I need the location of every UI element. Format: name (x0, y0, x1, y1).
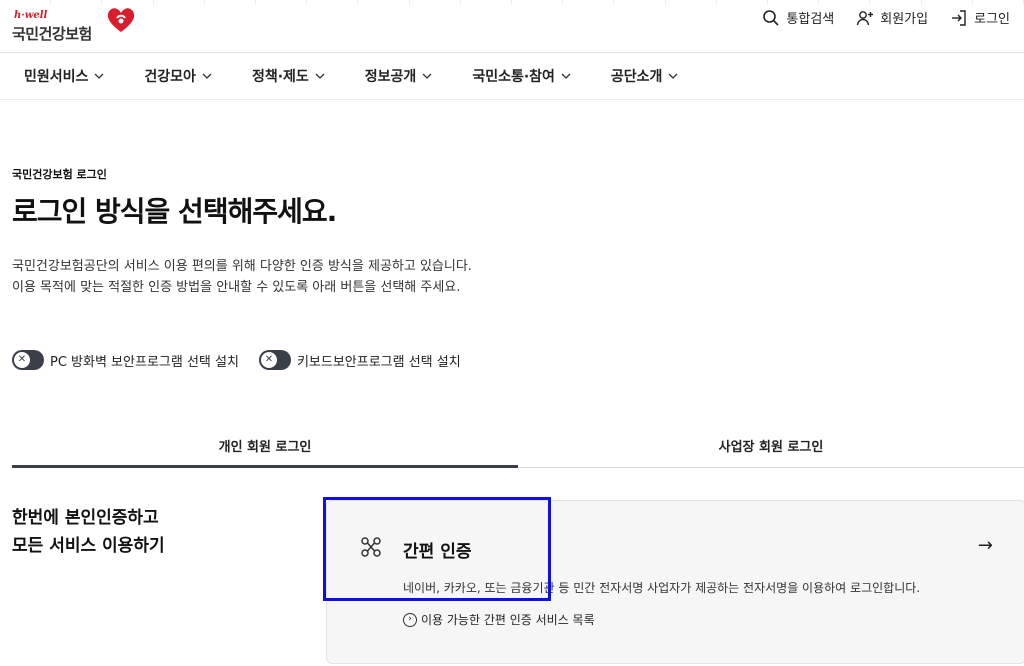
nav-item-label: 국민소통·참여 (472, 69, 555, 85)
simple-auth-icon (361, 537, 381, 557)
chevron-down-icon (561, 73, 571, 79)
logo-name: 국민건강보험 (12, 25, 92, 43)
nav-item-label: 건강모아 (144, 69, 196, 85)
chevron-down-icon (315, 73, 325, 79)
page-title: 로그인 방식을 선택해주세요. (12, 195, 337, 228)
nav-item-civil-service[interactable]: 민원서비스 (24, 66, 104, 86)
toggle-switch[interactable]: ✕ (12, 350, 44, 370)
description-line: 이용 목적에 맞는 적절한 인증 방법을 안내할 수 있도록 아래 버튼을 선택… (12, 280, 461, 295)
tab-personal-login[interactable]: 개인 회원 로그인 (12, 426, 518, 468)
nav-item-about[interactable]: 공단소개 (611, 66, 679, 86)
tagline-line: 모든 서비스 이용하기 (12, 536, 165, 556)
nav-item-disclosure[interactable]: 정보공개 (365, 66, 433, 86)
close-icon: ✕ (14, 352, 30, 368)
search-link[interactable]: 통합검색 (762, 8, 834, 27)
chevron-down-icon (94, 73, 104, 79)
link-label: 이용 가능한 간편 인증 서비스 목록 (421, 613, 595, 627)
toggle-label: PC 방화벽 보안프로그램 선택 설치 (50, 354, 239, 370)
header: h·well 국민건강보험 통합검색 회원가입 로그인 (0, 0, 1024, 52)
logo-hwell: h·well (14, 10, 48, 21)
header-utils: 통합검색 회원가입 로그인 (762, 8, 1010, 27)
section-tagline: 한번에 본인인증하고 모든 서비스 이용하기 (12, 504, 165, 560)
nav-item-label: 정책·제도 (251, 69, 309, 85)
tab-label: 개인 회원 로그인 (218, 440, 312, 455)
heart-icon (107, 8, 135, 32)
nav-item-policy[interactable]: 정책·제도 (252, 66, 325, 86)
signup-link[interactable]: 회원가입 (856, 8, 928, 27)
simple-auth-card[interactable]: 간편 인증 → 네이버, 카카오, 또는 금융기관 등 민간 전자서명 사업자가… (326, 500, 1024, 664)
login-link[interactable]: 로그인 (950, 8, 1010, 27)
tab-business-login[interactable]: 사업장 회원 로그인 (518, 426, 1024, 468)
close-icon: ✕ (260, 352, 277, 368)
description-line: 국민건강보험공단의 서비스 이용 편의를 위해 다양한 인증 방식을 제공하고 … (12, 259, 472, 274)
arrow-right-icon: → (977, 535, 993, 556)
login-label: 로그인 (974, 12, 1010, 27)
keyboard-security-toggle[interactable]: ✕ 키보드보안프로그램 선택 설치 (258, 350, 461, 370)
nav-item-participation[interactable]: 국민소통·참여 (472, 66, 571, 86)
user-plus-icon (857, 10, 874, 25)
toggle-switch[interactable]: ✕ (258, 350, 291, 370)
login-icon (952, 9, 966, 26)
card-description: 네이버, 카카오, 또는 금융기관 등 민간 전자서명 사업자가 제공하는 전자… (403, 581, 921, 595)
chevron-right-circle-icon: › (403, 612, 417, 627)
nhis-logo[interactable]: h·well 국민건강보험 (12, 6, 135, 46)
page-description: 국민건강보험공단의 서비스 이용 편의를 위해 다양한 인증 방식을 제공하고 … (12, 256, 472, 298)
search-icon (763, 9, 779, 26)
nav-item-label: 민원서비스 (24, 69, 89, 85)
header-top-gridlines (0, 0, 1024, 5)
page-subtitle: 국민건강보험 로그인 (12, 168, 107, 181)
firewall-toggle[interactable]: ✕ PC 방화벽 보안프로그램 선택 설치 (12, 350, 239, 370)
nav-item-label: 공단소개 (610, 69, 663, 85)
chevron-down-icon (422, 73, 432, 79)
signup-label: 회원가입 (880, 12, 929, 27)
chevron-down-icon (202, 73, 212, 79)
nav-item-label: 정보공개 (364, 69, 417, 85)
tagline-line: 한번에 본인인증하고 (12, 508, 159, 528)
simple-auth-service-list-link[interactable]: › 이용 가능한 간편 인증 서비스 목록 (403, 611, 595, 628)
chevron-down-icon (668, 73, 678, 79)
search-label: 통합검색 (786, 12, 835, 27)
login-type-tabs: 개인 회원 로그인 사업장 회원 로그인 (12, 426, 1024, 468)
main-nav: 민원서비스 건강모아 정책·제도 정보공개 국민소통·참여 공단소개 (0, 53, 1024, 99)
card-title: 간편 인증 (403, 542, 472, 562)
tab-label: 사업장 회원 로그인 (718, 440, 824, 455)
nav-divider (0, 99, 1024, 100)
toggle-label: 키보드보안프로그램 선택 설치 (296, 354, 461, 370)
nav-item-health-moa[interactable]: 건강모아 (144, 66, 212, 86)
security-program-toggles: ✕ PC 방화벽 보안프로그램 선택 설치 ✕ 키보드보안프로그램 선택 설치 (12, 350, 461, 370)
